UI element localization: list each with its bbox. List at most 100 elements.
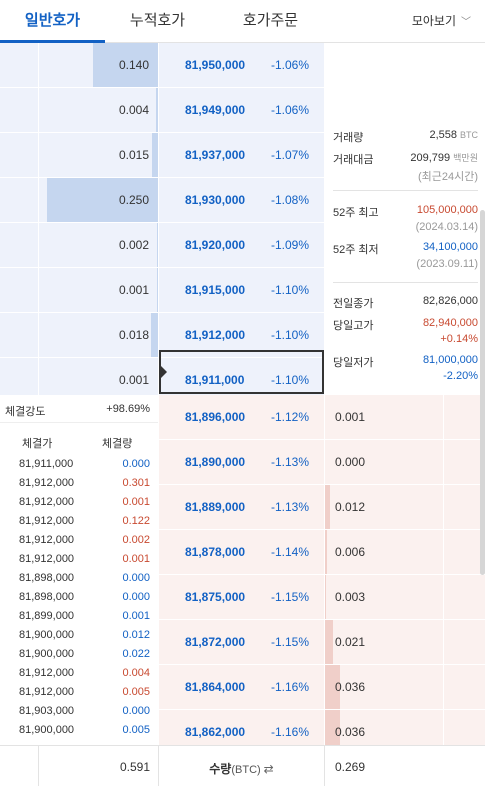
bid-qty-cell: 0.006	[325, 530, 443, 575]
high52-value: 105,000,000	[416, 204, 478, 216]
trade-volume: 0.000	[122, 705, 150, 717]
bid-qty: 0.003	[335, 590, 366, 604]
bid-price-cell[interactable]: 81,875,000 -1.15%	[159, 575, 324, 620]
ask-price-cell[interactable]: 81,937,000 -1.07%	[159, 133, 324, 178]
ask-gutter	[0, 43, 38, 88]
ask-gutter	[0, 223, 38, 268]
ask-gutter	[0, 178, 38, 223]
ask-qty-cell: 0.015	[39, 133, 158, 178]
trade-volume: 0.002	[122, 534, 150, 546]
bid-change-pct: -1.16%	[270, 680, 309, 694]
bid-price: 81,872,000	[185, 635, 246, 649]
trade-strength-label: 체결강도	[5, 406, 46, 418]
bid-gutter	[444, 485, 485, 530]
trade-volume: 0.004	[122, 667, 150, 679]
ask-price: 81,937,000	[185, 148, 246, 162]
trade-row: 81,903,000 0.000	[0, 702, 158, 721]
bid-qty-cell: 0.021	[325, 620, 443, 665]
trade-volume: 0.000	[122, 572, 150, 584]
bid-gutter	[444, 530, 485, 575]
bid-price-cell[interactable]: 81,872,000 -1.15%	[159, 620, 324, 665]
bid-gutter	[444, 395, 485, 440]
ask-qty-cell: 0.140	[39, 43, 158, 88]
trade-volume: 0.001	[122, 496, 150, 508]
ask-depth-bar	[150, 313, 158, 357]
ask-qty: 0.002	[118, 238, 149, 252]
bid-change-pct: -1.13%	[270, 455, 309, 469]
ask-price-cell[interactable]: 81,950,000 -1.06%	[159, 43, 324, 88]
scrollbar[interactable]	[480, 210, 485, 575]
ask-qty-cell: 0.004	[39, 88, 158, 133]
trade-strength-value: +98.69%	[106, 403, 150, 415]
ask-qty: 0.004	[118, 103, 149, 117]
trade-price: 81,899,000	[19, 610, 75, 622]
trade-row: 81,900,000 0.012	[0, 626, 158, 645]
ask-qty: 0.018	[118, 328, 149, 342]
chevron-down-icon: ﹀	[461, 17, 471, 28]
bid-gutter	[444, 440, 485, 485]
trade-price: 81,898,000	[19, 591, 75, 603]
ask-gutter	[0, 133, 38, 178]
ask-price-cell[interactable]: 81,920,000 -1.09%	[159, 223, 324, 268]
trade-price: 81,903,000	[19, 705, 75, 717]
recent-trades-panel: 체결강도 +98.69% 체결가 체결량 81,911,000 0.000 81,9…	[0, 395, 158, 745]
bid-price-cell[interactable]: 81,864,000 -1.16%	[159, 665, 324, 710]
trade-volume: 0.001	[122, 610, 150, 622]
ask-change-pct: -1.09%	[270, 238, 309, 252]
trade-volume: 0.022	[122, 648, 150, 660]
tab-general-orderbook[interactable]: 일반호가	[0, 0, 105, 43]
trade-price: 81,912,000	[19, 477, 75, 489]
orderbook-footer: 0.591 수량(BTC) ⇄ 0.269	[0, 745, 485, 786]
view-mode-label: 모아보기	[411, 14, 456, 28]
prev-close-label: 전일종가	[333, 298, 374, 310]
divider	[333, 190, 478, 191]
bid-price-cell[interactable]: 81,896,000 -1.12%	[159, 395, 324, 440]
ask-price: 81,930,000	[185, 193, 246, 207]
ask-qty: 0.001	[118, 283, 149, 297]
bid-qty-cell: 0.000	[325, 440, 443, 485]
trade-price: 81,912,000	[19, 496, 75, 508]
ask-price: 81,920,000	[185, 238, 246, 252]
ask-price-cell[interactable]: 81,949,000 -1.06%	[159, 88, 324, 133]
ask-qty: 0.140	[118, 58, 149, 72]
bid-qty-cell: 0.003	[325, 575, 443, 620]
day-high-label: 당일고가	[333, 320, 374, 332]
ask-price-cell[interactable]: 81,915,000 -1.10%	[159, 268, 324, 313]
ask-price: 81,950,000	[185, 58, 246, 72]
tab-orderbook-order[interactable]: 호가주문	[218, 0, 323, 43]
trade-row: 81,900,000 0.022	[0, 645, 158, 664]
trade-row: 81,912,000 0.004	[0, 664, 158, 683]
bid-gutter	[444, 620, 485, 665]
ask-depth-bar	[152, 133, 158, 177]
ask-qty-cell: 0.250	[39, 178, 158, 223]
ask-qty-cell: 0.001	[39, 268, 158, 313]
ask-price-cell[interactable]: 81,930,000 -1.08%	[159, 178, 324, 223]
bid-qty: 0.006	[335, 545, 366, 559]
bid-price: 81,896,000	[185, 410, 246, 424]
bid-price-cell[interactable]: 81,890,000 -1.13%	[159, 440, 324, 485]
amount-value: 209,799 백만원	[410, 152, 478, 164]
trade-price: 81,912,000	[19, 686, 75, 698]
ask-change-pct: -1.06%	[270, 58, 309, 72]
bid-price: 81,864,000	[185, 680, 246, 694]
ask-gutter	[0, 88, 38, 133]
amount-note: (최근24시간)	[417, 171, 478, 183]
qty-unit-toggle[interactable]: 수량(BTC) ⇄	[159, 760, 324, 777]
trade-price: 81,911,000	[19, 458, 74, 470]
high52-date: (2024.03.14)	[415, 221, 478, 233]
day-low-label: 당일저가	[333, 357, 374, 369]
bid-change-pct: -1.15%	[270, 635, 309, 649]
trade-row: 81,912,000 0.301	[0, 474, 158, 493]
ask-qty-cell: 0.018	[39, 313, 158, 358]
low52-value: 34,100,000	[422, 241, 478, 253]
day-high-value: 82,940,000	[422, 317, 478, 329]
trade-row: 81,912,000 0.002	[0, 531, 158, 550]
view-mode-dropdown[interactable]: 모아보기 ﹀	[412, 0, 471, 43]
trade-volume: 0.001	[122, 553, 150, 565]
bid-qty: 0.000	[335, 455, 366, 469]
bid-depth-bar	[325, 620, 334, 664]
bid-price-cell[interactable]: 81,889,000 -1.13%	[159, 485, 324, 530]
orderbook-tabs: 일반호가 누적호가 호가주문 모아보기 ﹀	[0, 0, 485, 43]
bid-price-cell[interactable]: 81,878,000 -1.14%	[159, 530, 324, 575]
tab-cumulative-orderbook[interactable]: 누적호가	[105, 0, 210, 43]
